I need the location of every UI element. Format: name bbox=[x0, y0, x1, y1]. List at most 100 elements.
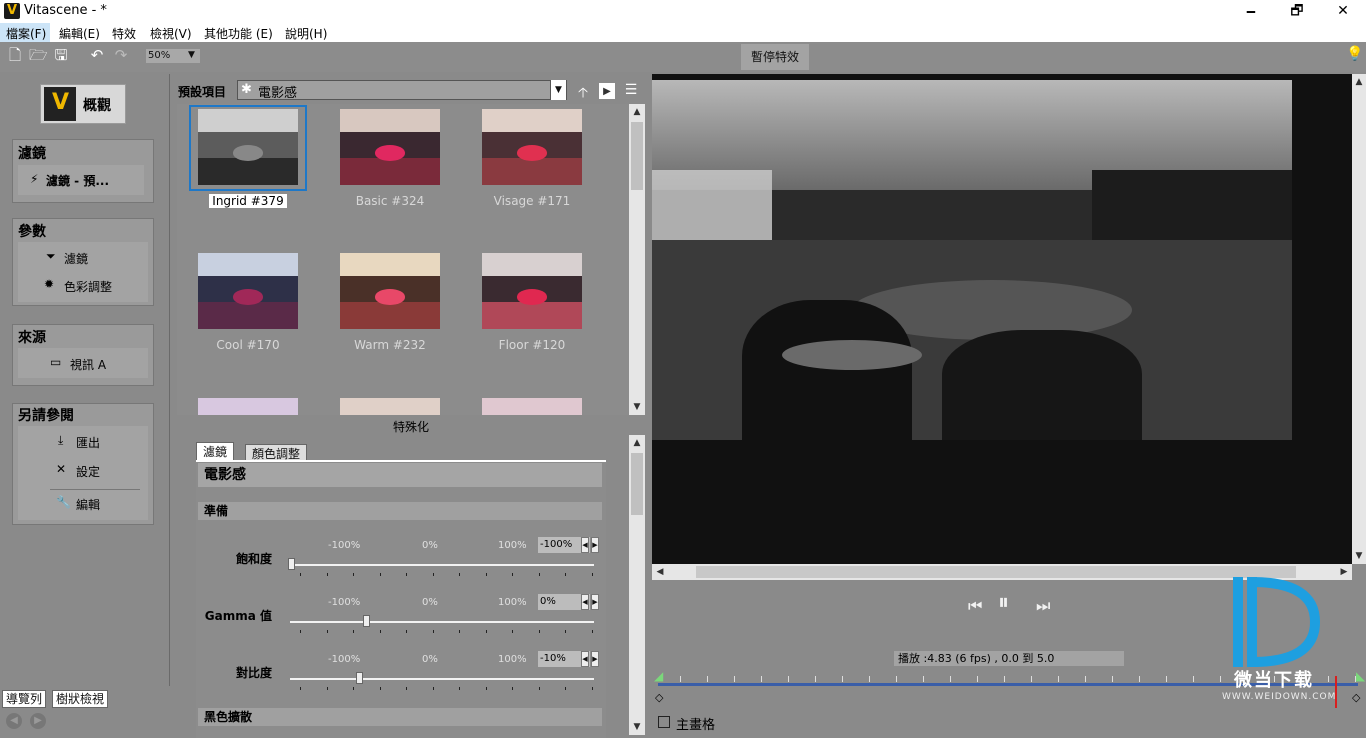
watermark-url: WWW.WEIDOWN.COM bbox=[1222, 692, 1337, 702]
restore-button[interactable]: 🗗 bbox=[1274, 0, 1320, 23]
contrast-slider[interactable] bbox=[290, 678, 594, 680]
slider-tick bbox=[565, 630, 566, 633]
gamma-slider-knob[interactable] bbox=[363, 615, 370, 627]
settings-link[interactable]: 設定 bbox=[76, 463, 100, 480]
preset-thumb-warm[interactable] bbox=[340, 253, 440, 329]
scroll-right-icon[interactable]: ▶ bbox=[1336, 564, 1352, 580]
params-color-link[interactable]: 色彩調整 bbox=[64, 278, 112, 295]
decrement-icon[interactable]: ◀ bbox=[581, 537, 589, 553]
tab-tree-view[interactable]: 樹狀檢視 bbox=[52, 690, 109, 708]
scroll-down-icon[interactable]: ▼ bbox=[1352, 548, 1366, 564]
start-marker-icon[interactable]: ◢ bbox=[654, 669, 663, 683]
scroll-up-icon[interactable]: ▲ bbox=[629, 104, 645, 120]
increment-icon[interactable]: ▶ bbox=[591, 594, 599, 610]
increment-icon[interactable]: ▶ bbox=[591, 537, 599, 553]
list-view-icon[interactable]: ☰ bbox=[622, 82, 640, 100]
slider-tick bbox=[300, 630, 301, 633]
preset-thumb-row3[interactable] bbox=[198, 398, 298, 415]
new-file-icon[interactable]: 🗋 bbox=[6, 46, 24, 64]
decrement-icon[interactable]: ◀ bbox=[581, 651, 589, 667]
play-preview-icon[interactable]: ▶ bbox=[599, 83, 615, 99]
source-video-link[interactable]: 視訊 A bbox=[70, 356, 106, 373]
skip-forward-icon[interactable]: ⏭ bbox=[1036, 596, 1050, 616]
preset-thumb-visage[interactable] bbox=[482, 109, 582, 185]
open-folder-icon[interactable]: 🗁 bbox=[29, 46, 48, 64]
parameter-scrollbar[interactable]: ▲ ▼ bbox=[629, 435, 645, 735]
keyframe-end-icon[interactable]: ◇ bbox=[1352, 691, 1360, 704]
menu-effects[interactable]: 特效 bbox=[112, 25, 136, 42]
saturation-slider[interactable] bbox=[290, 564, 594, 566]
preset-thumb-row3[interactable] bbox=[482, 398, 582, 415]
decrement-icon[interactable]: ◀ bbox=[581, 594, 589, 610]
menu-file[interactable]: 檔案(F) bbox=[0, 23, 51, 42]
scroll-left-icon[interactable]: ◀ bbox=[652, 564, 668, 580]
section-prepare: 準備 bbox=[198, 502, 602, 520]
keyframe-start-icon[interactable]: ◇ bbox=[655, 691, 663, 704]
gamma-slider[interactable] bbox=[290, 621, 594, 623]
save-icon[interactable]: 🖫 bbox=[52, 46, 70, 64]
timeline-tick bbox=[1031, 676, 1032, 682]
scroll-thumb[interactable] bbox=[696, 566, 1296, 578]
timeline-tick bbox=[680, 676, 681, 682]
redo-icon[interactable]: ↷ bbox=[112, 46, 130, 64]
sun-icon[interactable]: ✹ bbox=[44, 277, 54, 291]
end-marker-icon[interactable]: ◣ bbox=[1356, 669, 1365, 683]
slider-tick bbox=[591, 573, 593, 576]
scroll-thumb[interactable] bbox=[631, 453, 643, 515]
slider-tick bbox=[459, 687, 460, 690]
tools-icon[interactable]: ✕ bbox=[56, 462, 66, 476]
pause-icon[interactable]: ⏸ bbox=[998, 590, 1009, 615]
increment-icon[interactable]: ▶ bbox=[591, 651, 599, 667]
preset-thumb-row3[interactable] bbox=[340, 398, 440, 415]
menu-help[interactable]: 說明(H) bbox=[285, 25, 327, 42]
saturation-slider-knob[interactable] bbox=[288, 558, 295, 570]
timeline-tick bbox=[1058, 676, 1059, 682]
pause-effects-tab[interactable]: 暫停特效 bbox=[741, 44, 809, 70]
chevron-down-icon[interactable]: ▼ bbox=[188, 50, 195, 60]
preview-scrollbar-vertical[interactable]: ▲ ▼ bbox=[1352, 74, 1366, 564]
contrast-slider-knob[interactable] bbox=[355, 672, 363, 684]
back-icon[interactable]: ◀ bbox=[6, 713, 22, 729]
preset-thumb-basic[interactable] bbox=[340, 109, 440, 185]
scroll-down-icon[interactable]: ▼ bbox=[629, 719, 645, 735]
close-button[interactable]: ✕ bbox=[1320, 0, 1366, 23]
tab-filter[interactable]: 濾鏡 bbox=[196, 442, 235, 460]
scroll-up-icon[interactable]: ▲ bbox=[629, 435, 645, 451]
filter-funnel-icon[interactable]: ⏷ bbox=[46, 249, 56, 264]
minimize-button[interactable]: 🗕 bbox=[1228, 0, 1274, 23]
arrow-up-icon[interactable]: 🡡 bbox=[574, 82, 592, 101]
slider-tick bbox=[379, 630, 381, 633]
slider-tick bbox=[300, 687, 301, 690]
tab-color-adjust[interactable]: 顏色調整 bbox=[245, 444, 308, 461]
effect-title: 電影感 bbox=[198, 463, 602, 487]
slider-tick bbox=[565, 573, 566, 576]
preset-thumb-floor[interactable] bbox=[482, 253, 582, 329]
filters-heading: 濾鏡 bbox=[18, 146, 46, 162]
window-title: Vitascene - * bbox=[24, 3, 107, 18]
skip-back-icon[interactable]: ⏮ bbox=[968, 596, 982, 616]
edit-link[interactable]: 編輯 bbox=[76, 496, 100, 513]
wrench-icon[interactable]: 🔧 bbox=[56, 495, 71, 509]
video-source-icon[interactable]: ▭ bbox=[50, 355, 61, 369]
undo-icon[interactable]: ↶ bbox=[88, 46, 106, 64]
scroll-up-icon[interactable]: ▲ bbox=[1352, 74, 1366, 90]
params-filter-link[interactable]: 濾鏡 bbox=[64, 250, 88, 267]
chevron-down-icon[interactable]: ▼ bbox=[550, 80, 566, 100]
preset-thumb-cool[interactable] bbox=[198, 253, 298, 329]
scroll-thumb[interactable] bbox=[631, 122, 643, 190]
slider-tick bbox=[353, 630, 354, 633]
forward-icon[interactable]: ▶ bbox=[30, 713, 46, 729]
menu-view[interactable]: 檢視(V) bbox=[150, 25, 192, 42]
lightbulb-icon[interactable]: 💡 bbox=[1346, 46, 1363, 62]
saturation-label: 飽和度 bbox=[235, 552, 272, 566]
slider-tick bbox=[538, 687, 540, 690]
menu-other[interactable]: 其他功能 (E) bbox=[204, 25, 273, 42]
export-link[interactable]: 匯出 bbox=[76, 434, 100, 451]
preset-scrollbar[interactable]: ▲ ▼ bbox=[629, 104, 645, 415]
scroll-down-icon[interactable]: ▼ bbox=[629, 399, 645, 415]
main-grid-checkbox[interactable] bbox=[658, 716, 670, 728]
menu-edit[interactable]: 編輯(E) bbox=[59, 25, 100, 42]
download-icon[interactable]: ⤓ bbox=[58, 433, 63, 448]
watermark-logo-icon bbox=[1233, 577, 1321, 667]
tab-navigation[interactable]: 導覽列 bbox=[2, 690, 47, 708]
